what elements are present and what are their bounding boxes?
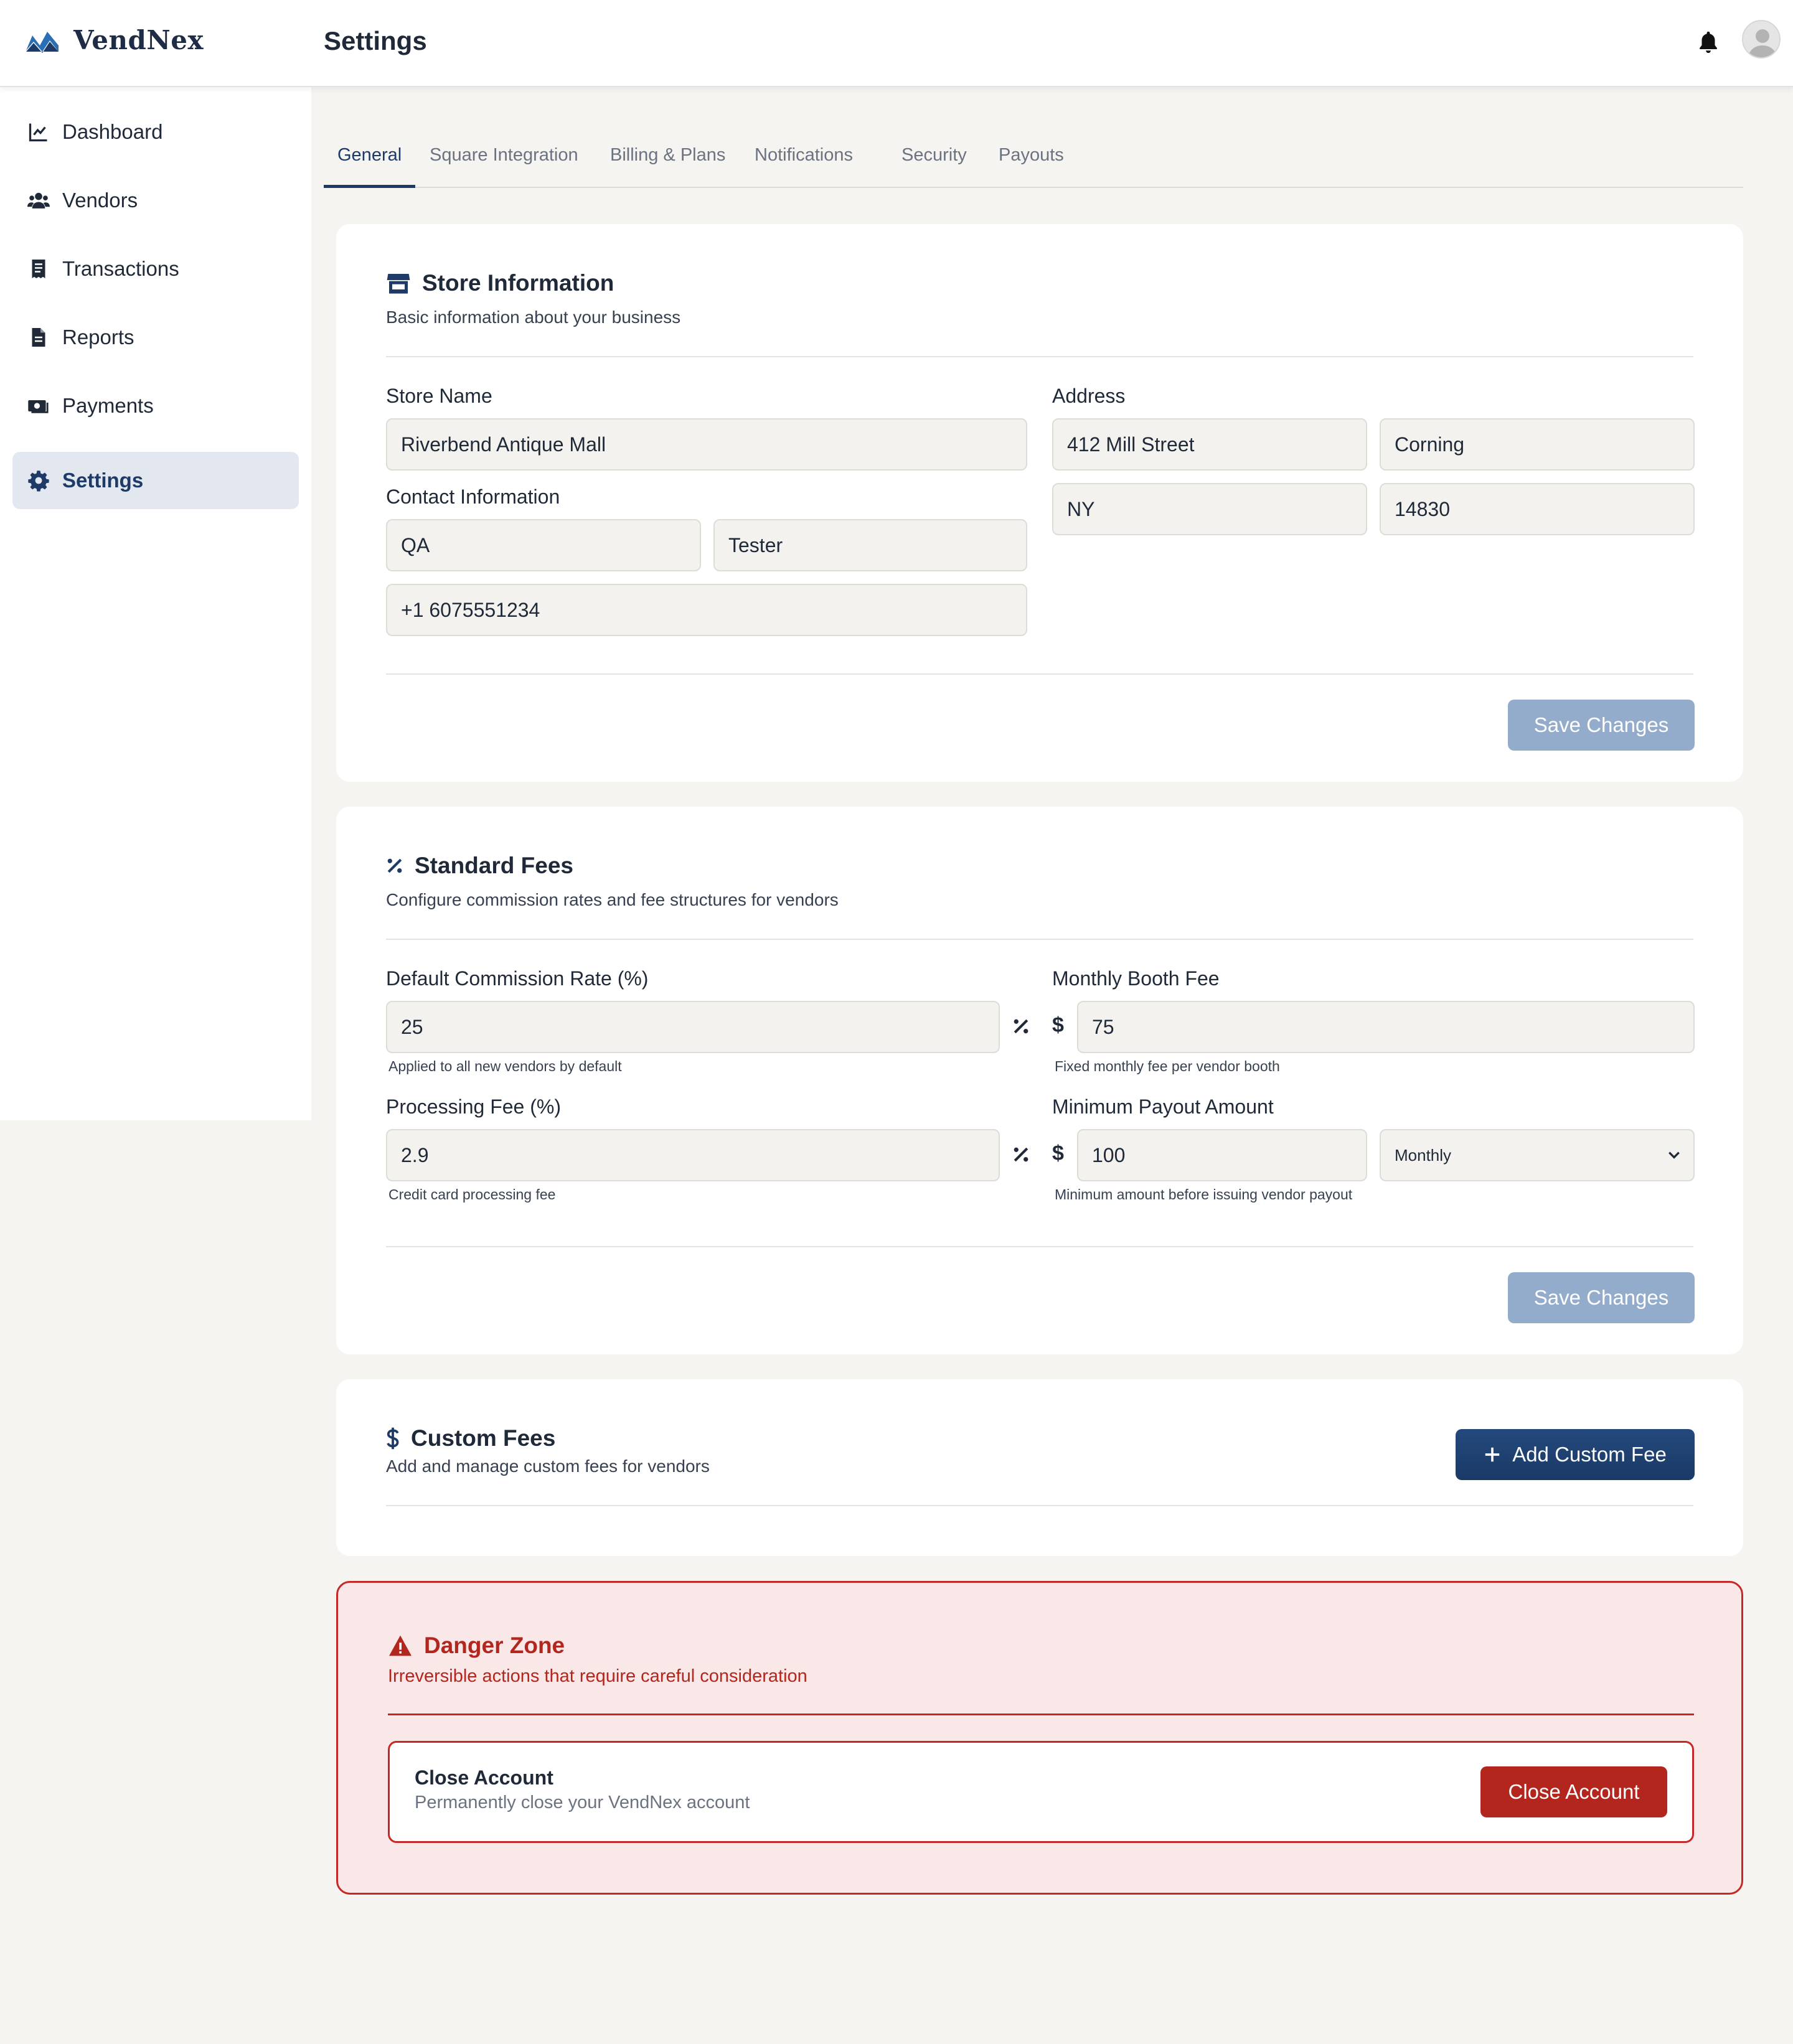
percent-icon [1014, 1019, 1028, 1034]
divider [386, 673, 1693, 675]
danger-zone-title-text: Danger Zone [424, 1633, 565, 1658]
chevron-down-icon [1668, 1151, 1680, 1159]
custom-fees-card: Custom Fees Add and manage custom fees f… [336, 1379, 1743, 1556]
street-input[interactable]: 412 Mill Street [1052, 418, 1367, 471]
first-name-input[interactable]: QA [386, 519, 701, 571]
file-icon [32, 328, 45, 347]
sidebar-item-transactions[interactable]: Transactions [12, 240, 299, 298]
tab-billing-plans[interactable]: Billing & Plans [596, 131, 739, 188]
users-icon [27, 192, 50, 209]
money-icon [28, 400, 49, 413]
danger-zone-title: Danger Zone [388, 1633, 565, 1659]
card-title-text: Custom Fees [411, 1425, 556, 1451]
booth-fee-hint: Fixed monthly fee per vendor booth [1055, 1058, 1280, 1074]
close-account-description: Permanently close your VendNex account [415, 1793, 750, 1812]
card-subtitle: Basic information about your business [386, 307, 681, 327]
booth-fee-input[interactable]: 75 [1077, 1001, 1695, 1053]
commission-rate-input[interactable]: 25 [386, 1001, 1000, 1053]
percent-icon [387, 858, 402, 873]
card-title: Store Information [386, 270, 614, 296]
sidebar-item-label: Payments [62, 394, 154, 417]
add-custom-fee-button[interactable]: Add Custom Fee [1456, 1429, 1695, 1480]
close-account-panel: Close Account Permanently close your Ven… [388, 1741, 1694, 1843]
sidebar-item-label: Reports [62, 326, 134, 349]
divider [388, 1713, 1694, 1715]
gear-icon [28, 471, 49, 492]
payout-frequency-value: Monthly [1395, 1146, 1452, 1165]
card-subtitle: Configure commission rates and fee struc… [386, 890, 839, 909]
min-payout-input[interactable]: 100 [1077, 1129, 1367, 1181]
settings-tabs: General Square Integration Billing & Pla… [324, 131, 1743, 188]
divider [386, 1505, 1693, 1506]
sidebar-item-label: Vendors [62, 189, 138, 212]
tab-square-integration[interactable]: Square Integration [416, 131, 592, 188]
card-subtitle: Add and manage custom fees for vendors [386, 1456, 710, 1476]
top-bar: VendNex Settings [0, 0, 1793, 87]
zip-input[interactable]: 14830 [1380, 483, 1695, 535]
danger-zone-card: Danger Zone Irreversible actions that re… [336, 1581, 1743, 1895]
sidebar-item-label: Dashboard [62, 120, 163, 143]
receipt-icon [32, 260, 45, 278]
sidebar-item-label: Transactions [62, 257, 179, 280]
sidebar-item-dashboard[interactable]: Dashboard [12, 103, 299, 161]
danger-zone-subtitle: Irreversible actions that require carefu… [388, 1666, 807, 1686]
page-title: Settings [324, 26, 427, 55]
commission-hint: Applied to all new vendors by default [388, 1058, 622, 1074]
save-changes-button[interactable]: Save Changes [1508, 700, 1695, 751]
card-title: Standard Fees [386, 853, 573, 879]
tab-payouts[interactable]: Payouts [985, 131, 1078, 188]
city-input[interactable]: Corning [1380, 418, 1695, 471]
brand[interactable]: VendNex [25, 25, 204, 55]
address-label: Address [1052, 385, 1126, 407]
sidebar-item-reports[interactable]: Reports [12, 309, 299, 366]
standard-fees-card: Standard Fees Configure commission rates… [336, 807, 1743, 1354]
sidebar-item-label: Settings [62, 469, 144, 492]
card-title-text: Standard Fees [415, 853, 573, 878]
save-changes-button[interactable]: Save Changes [1508, 1272, 1695, 1323]
commission-rate-label: Default Commission Rate (%) [386, 967, 649, 990]
brand-name: VendNex [73, 25, 204, 55]
percent-icon [1014, 1147, 1028, 1162]
tab-general[interactable]: General [324, 131, 416, 188]
chart-line-icon [29, 123, 47, 142]
tab-notifications[interactable]: Notifications [741, 131, 867, 188]
user-avatar-icon [1748, 29, 1777, 57]
sidebar-item-payments[interactable]: Payments [12, 377, 299, 434]
card-title: Custom Fees [386, 1425, 555, 1451]
min-payout-label: Minimum Payout Amount [1052, 1095, 1274, 1118]
processing-fee-hint: Credit card processing fee [388, 1186, 556, 1202]
close-account-button[interactable]: Close Account [1480, 1766, 1667, 1817]
bell-icon[interactable] [1697, 30, 1720, 55]
store-icon [387, 274, 410, 294]
phone-input[interactable]: +1 6075551234 [386, 584, 1027, 636]
user-avatar[interactable] [1742, 20, 1781, 59]
sidebar-item-settings[interactable]: Settings [12, 452, 299, 509]
tab-security[interactable]: Security [888, 131, 981, 188]
state-input[interactable]: NY [1052, 483, 1367, 535]
booth-fee-label: Monthly Booth Fee [1052, 967, 1220, 990]
min-payout-hint: Minimum amount before issuing vendor pay… [1055, 1186, 1353, 1202]
processing-fee-input[interactable]: 2.9 [386, 1129, 1000, 1181]
store-information-card: Store Information Basic information abou… [336, 224, 1743, 782]
sidebar: Dashboard Vendors Transactions Reports P… [0, 87, 311, 1120]
dollar-icon: $ [1052, 1142, 1064, 1165]
divider [386, 1246, 1693, 1247]
vendnex-logo-icon [26, 31, 59, 53]
store-name-input[interactable]: Riverbend Antique Mall [386, 418, 1027, 471]
dollar-icon: $ [1052, 1013, 1064, 1037]
divider [386, 356, 1693, 357]
contact-info-label: Contact Information [386, 485, 560, 508]
close-account-title: Close Account [415, 1766, 553, 1789]
divider [386, 939, 1693, 940]
payout-frequency-select[interactable]: Monthly [1380, 1129, 1695, 1181]
sidebar-item-vendors[interactable]: Vendors [12, 172, 299, 229]
dollar-icon [387, 1427, 399, 1450]
warning-icon [389, 1635, 412, 1656]
add-custom-fee-label: Add Custom Fee [1512, 1443, 1667, 1466]
plus-icon [1485, 1447, 1500, 1462]
processing-fee-label: Processing Fee (%) [386, 1095, 561, 1118]
store-name-label: Store Name [386, 385, 492, 407]
last-name-input[interactable]: Tester [713, 519, 1027, 571]
card-title-text: Store Information [422, 270, 614, 296]
